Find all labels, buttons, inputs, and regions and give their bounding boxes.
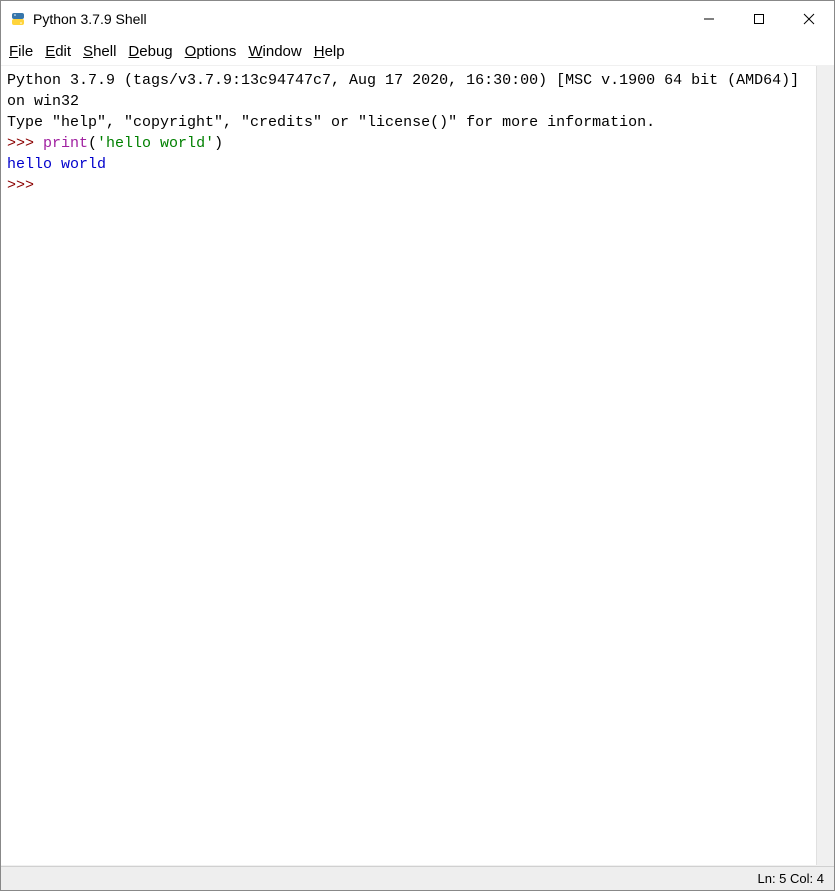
vertical-scrollbar[interactable]: [816, 66, 834, 865]
maximize-button[interactable]: [734, 1, 784, 37]
window-title: Python 3.7.9 Shell: [33, 11, 684, 27]
menu-shell[interactable]: Shell: [83, 43, 116, 60]
menu-edit[interactable]: Edit: [45, 43, 71, 60]
minimize-button[interactable]: [684, 1, 734, 37]
menubar: File Edit Shell Debug Options Window Hel…: [1, 37, 834, 65]
menu-window[interactable]: Window: [248, 43, 301, 60]
python-icon: [9, 10, 27, 28]
menu-debug[interactable]: Debug: [128, 43, 172, 60]
close-button[interactable]: [784, 1, 834, 37]
cursor-position: Ln: 5 Col: 4: [758, 871, 825, 886]
stmt-close: ): [214, 135, 223, 152]
stmt-open: (: [88, 135, 97, 152]
menu-options[interactable]: Options: [185, 43, 237, 60]
shell-prompt: >>>: [7, 135, 43, 152]
content-wrapper: Python 3.7.9 (tags/v3.7.9:13c94747c7, Au…: [1, 65, 834, 866]
shell-output: hello world: [7, 156, 106, 173]
statusbar: Ln: 5 Col: 4: [1, 866, 834, 890]
window-titlebar: Python 3.7.9 Shell: [1, 1, 834, 37]
window-controls: [684, 1, 834, 37]
stmt-func: print: [43, 135, 88, 152]
shell-text-area[interactable]: Python 3.7.9 (tags/v3.7.9:13c94747c7, Au…: [1, 66, 816, 865]
menu-help[interactable]: Help: [314, 43, 345, 60]
menu-file[interactable]: File: [9, 43, 33, 60]
stmt-string: 'hello world': [97, 135, 214, 152]
banner-line2: Type "help", "copyright", "credits" or "…: [7, 114, 655, 131]
banner-line1: Python 3.7.9 (tags/v3.7.9:13c94747c7, Au…: [7, 72, 808, 110]
shell-prompt-current: >>>: [7, 177, 43, 194]
